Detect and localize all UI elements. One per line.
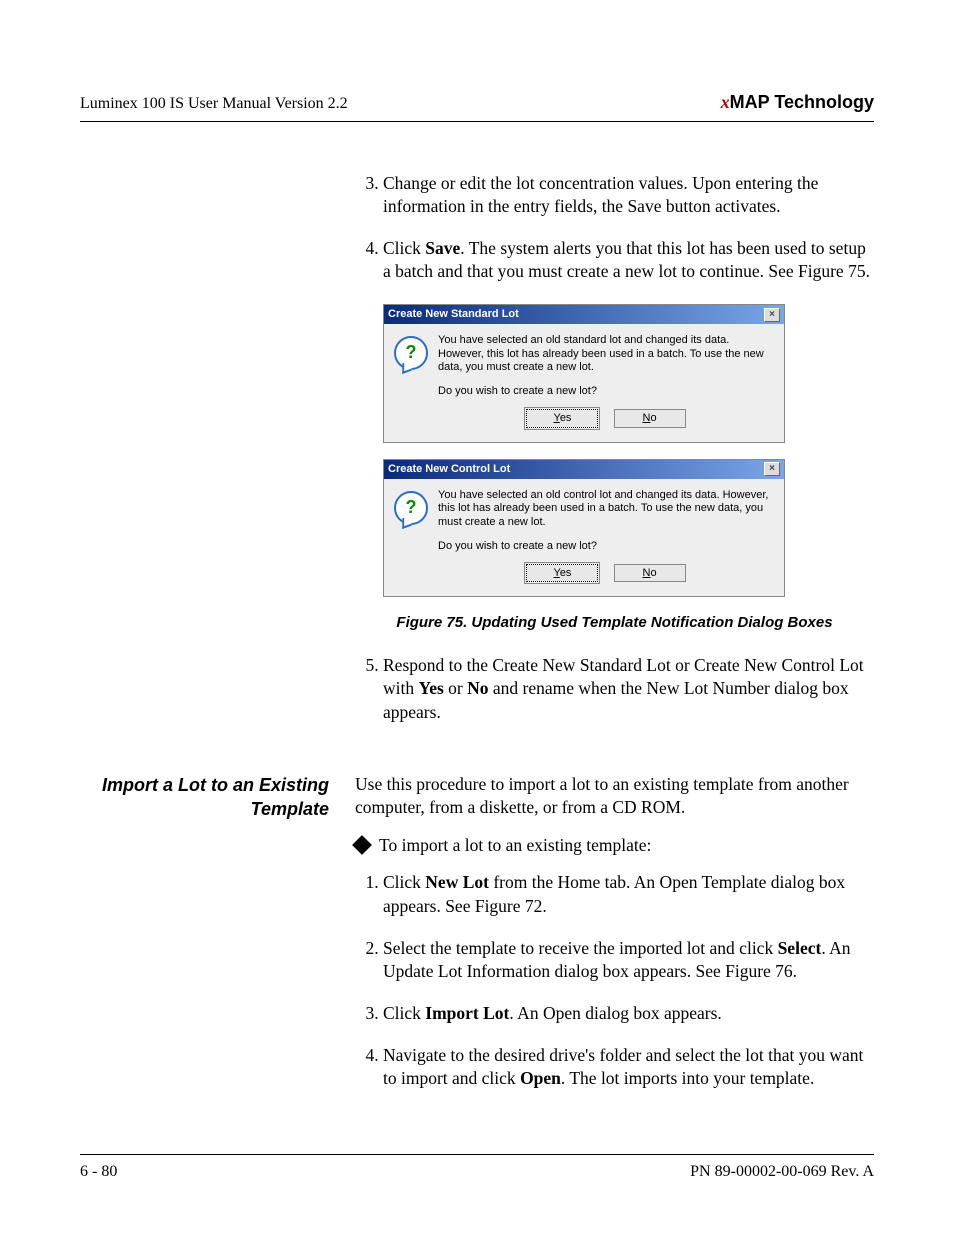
bullet-text: To import a lot to an existing template: bbox=[379, 834, 651, 858]
step-4-bold: Save bbox=[425, 238, 460, 258]
question-icon: ? bbox=[394, 491, 428, 525]
dialog-msg1: You have selected an old standard lot an… bbox=[438, 334, 774, 375]
step-5-list: Respond to the Create New Standard Lot o… bbox=[355, 654, 874, 725]
header-x: x bbox=[721, 92, 730, 112]
dialog-create-new-control-lot: Create New Control Lot × ? You have sele… bbox=[383, 459, 785, 598]
dialog-msg2: Do you wish to create a new lot? bbox=[438, 540, 774, 554]
section2-steps: Click New Lot from the Home tab. An Open… bbox=[355, 871, 874, 1090]
no-button[interactable]: No bbox=[614, 409, 686, 428]
dialog-title-text: Create New Standard Lot bbox=[388, 307, 519, 322]
step-4: Click Save. The system alerts you that t… bbox=[383, 237, 874, 284]
step-5-no: No bbox=[467, 678, 488, 698]
dialog-create-new-standard-lot: Create New Standard Lot × ? You have sel… bbox=[383, 304, 785, 443]
section2-intro: Use this procedure to import a lot to an… bbox=[355, 773, 874, 820]
dialog-title-text: Create New Control Lot bbox=[388, 462, 510, 477]
diamond-icon bbox=[352, 835, 372, 855]
footer-right: PN 89-00002-00-069 Rev. A bbox=[690, 1161, 874, 1183]
header-title: MAP Technology bbox=[730, 92, 874, 112]
side-heading-import-lot: Import a Lot to an Existing Template bbox=[80, 773, 335, 1109]
footer-left: 6 - 80 bbox=[80, 1161, 117, 1183]
header-right: xMAP Technology bbox=[721, 90, 874, 114]
dialog-msg1: You have selected an old control lot and… bbox=[438, 489, 774, 530]
header-left: Luminex 100 IS User Manual Version 2.2 bbox=[80, 93, 348, 115]
step-5: Respond to the Create New Standard Lot o… bbox=[383, 654, 874, 725]
dialog-titlebar: Create New Standard Lot × bbox=[384, 305, 784, 324]
step-5-yes: Yes bbox=[419, 678, 444, 698]
yes-button[interactable]: Yes bbox=[526, 564, 598, 583]
step-4-pre: Click bbox=[383, 238, 425, 258]
close-icon[interactable]: × bbox=[764, 462, 780, 476]
question-icon: ? bbox=[394, 336, 428, 370]
step-3-text: Change or edit the lot concentration val… bbox=[383, 173, 818, 217]
figure-caption: Figure 75. Updating Used Template Notifi… bbox=[355, 613, 874, 633]
dialog-titlebar: Create New Control Lot × bbox=[384, 460, 784, 479]
page-footer: 6 - 80 PN 89-00002-00-069 Rev. A bbox=[80, 1154, 874, 1183]
figure-75-dialogs: Create New Standard Lot × ? You have sel… bbox=[355, 302, 874, 597]
diamond-bullet: To import a lot to an existing template: bbox=[355, 834, 874, 858]
step-3: Change or edit the lot concentration val… bbox=[383, 172, 874, 219]
yes-button[interactable]: Yes bbox=[526, 409, 598, 428]
s2-step-4: Navigate to the desired drive's folder a… bbox=[383, 1044, 874, 1091]
top-ordered-list: Change or edit the lot concentration val… bbox=[355, 172, 874, 285]
step-5-mid: or bbox=[444, 678, 467, 698]
page-header: Luminex 100 IS User Manual Version 2.2 x… bbox=[80, 90, 874, 122]
s2-step-1: Click New Lot from the Home tab. An Open… bbox=[383, 871, 874, 918]
no-button[interactable]: No bbox=[614, 564, 686, 583]
s2-step-2: Select the template to receive the impor… bbox=[383, 937, 874, 984]
dialog-msg2: Do you wish to create a new lot? bbox=[438, 385, 774, 399]
close-icon[interactable]: × bbox=[764, 308, 780, 322]
s2-step-3: Click Import Lot. An Open dialog box app… bbox=[383, 1002, 874, 1026]
